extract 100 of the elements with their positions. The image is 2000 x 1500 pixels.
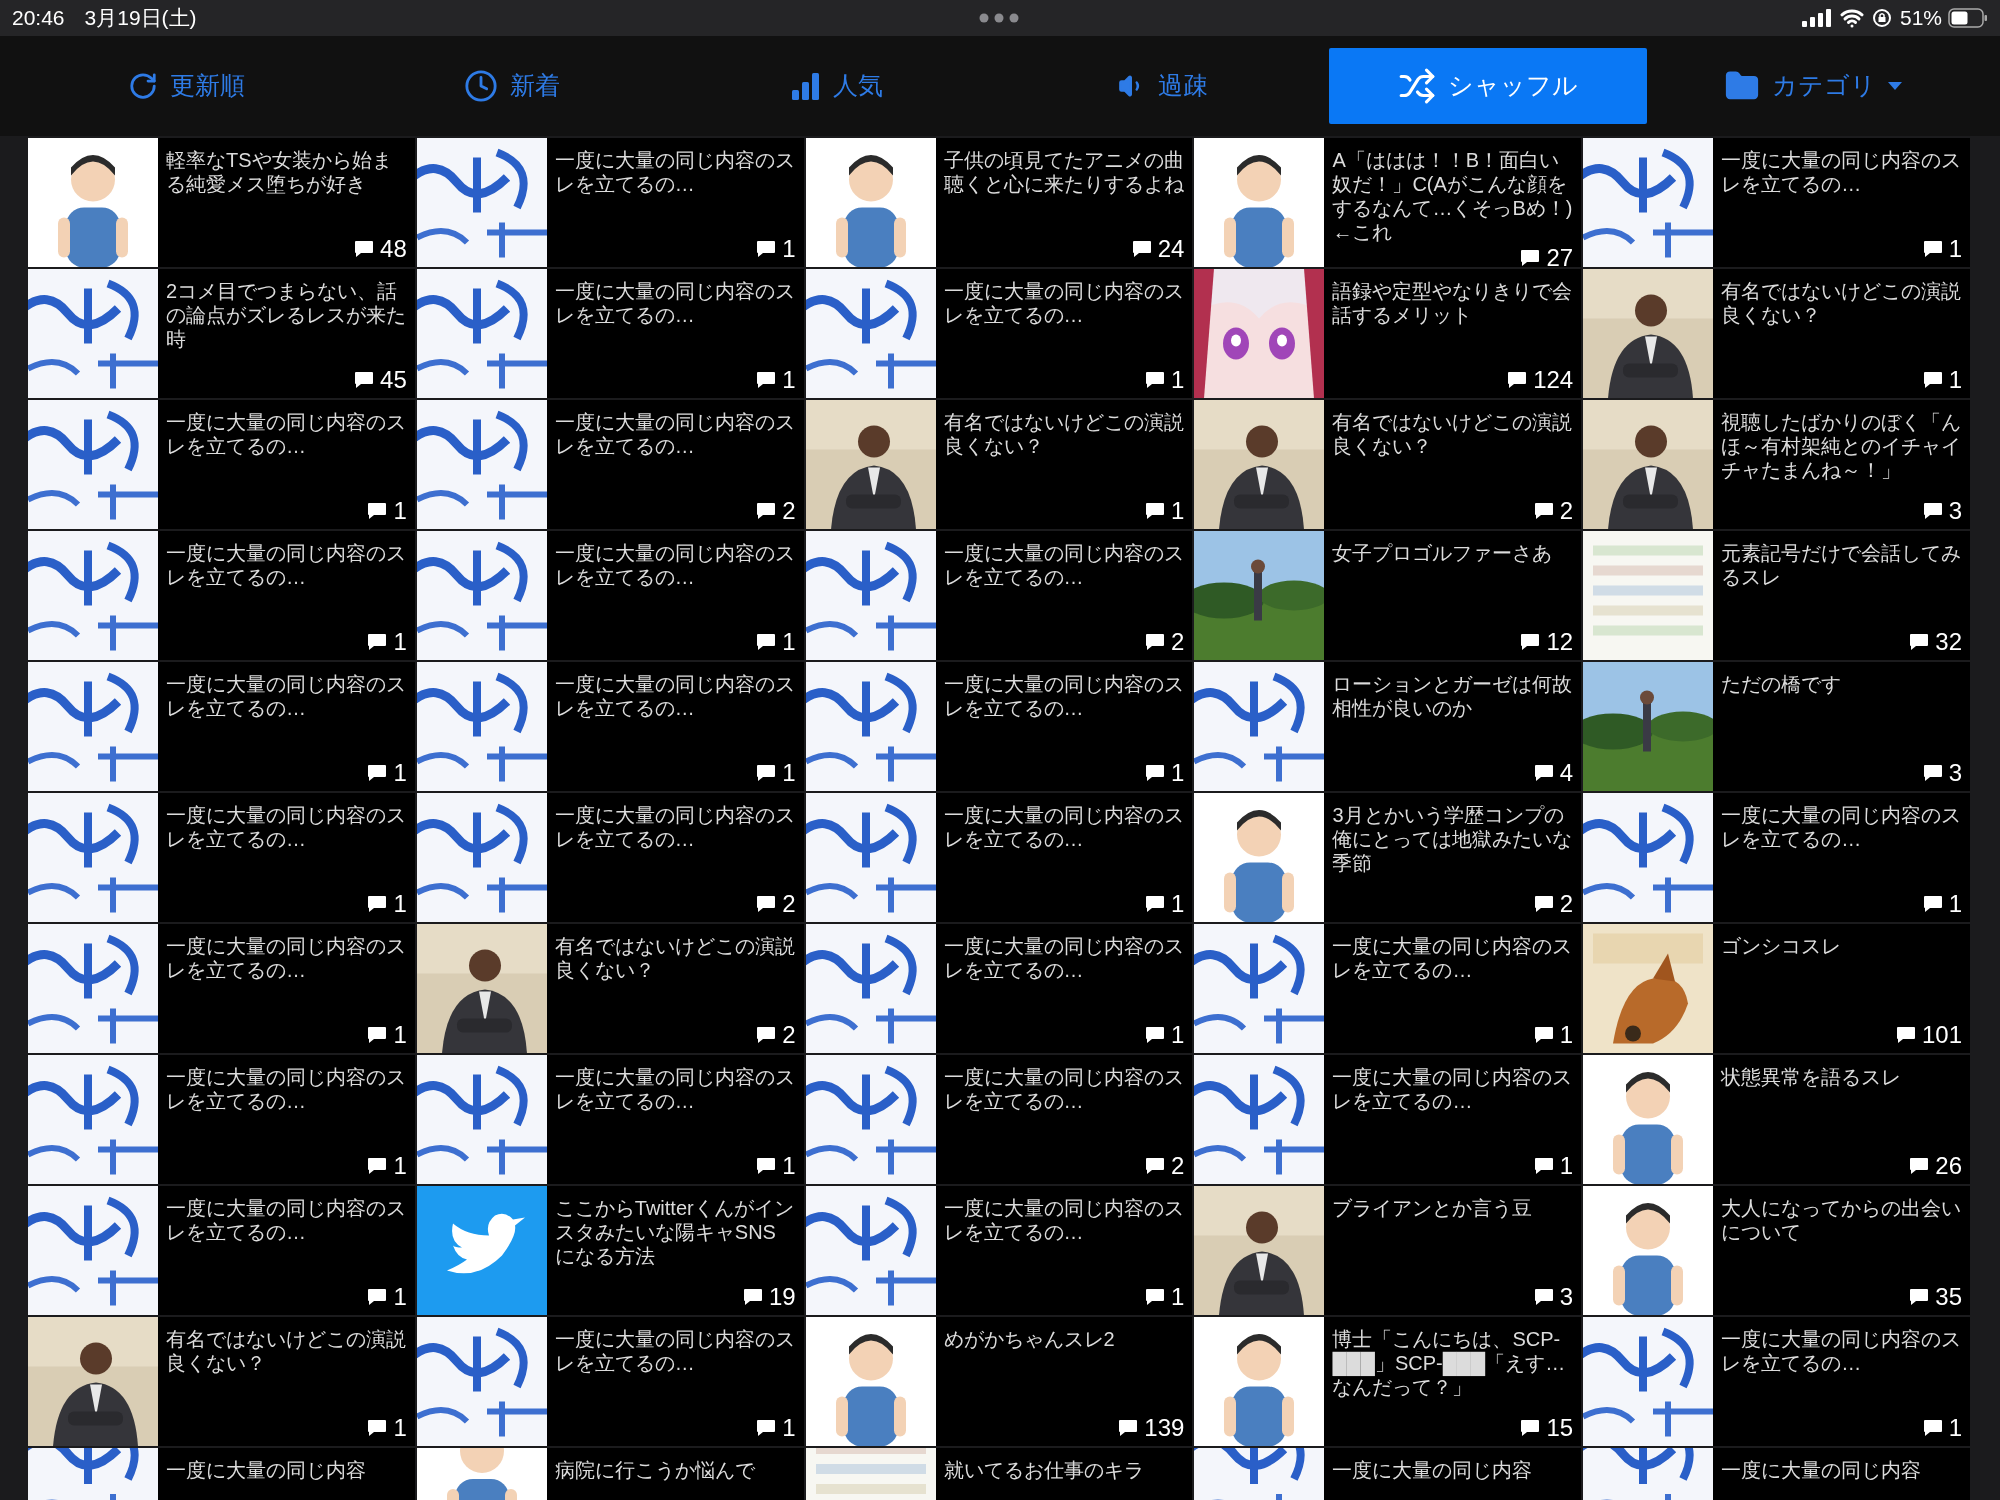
comment-count: 1 xyxy=(1171,890,1185,918)
thread-tile[interactable]: 一度に大量の同じ内容のスレを立てるの… 1 xyxy=(805,662,1193,791)
tab[interactable]: 更新順 xyxy=(28,48,346,124)
thread-title: 状態異常を語るスレ xyxy=(1721,1065,1903,1089)
thread-tile[interactable]: 一度に大量の同じ内容のスレを立てるの… 1 xyxy=(416,269,804,398)
thread-tile[interactable]: 一度に大量の同じ内容のスレを立てるの… 1 xyxy=(805,269,1193,398)
tab[interactable]: カテゴリ xyxy=(1654,48,1972,124)
thread-tile[interactable]: 一度に大量の同じ内容のスレを立てるの… 1 xyxy=(28,793,415,922)
tab[interactable]: 新着 xyxy=(353,48,671,124)
thread-tile[interactable]: ここからTwitterくんがインスタみたいな陽キャSNSになる方法 19 xyxy=(416,1186,804,1315)
thread-tile[interactable]: 大人になってからの出会いについて 35 xyxy=(1583,1186,1970,1315)
comment-icon xyxy=(367,1026,388,1044)
thread-tile[interactable]: 軽率なTSや女装から始まる純愛メス堕ちが好き 48 xyxy=(28,138,415,267)
thread-tile[interactable]: 一度に大量の同じ内容のスレを立てるの… 1 xyxy=(28,1186,415,1315)
thread-tile[interactable]: 一度に大量の同じ内容のスレを立てるの… 1 xyxy=(416,1055,804,1184)
comment-count: 124 xyxy=(1533,366,1574,394)
comment-icon xyxy=(1145,895,1166,913)
thread-tile[interactable]: 一度に大量の同じ内容のスレを立てるの… 1 xyxy=(416,1317,804,1446)
comment-count: 1 xyxy=(1171,366,1185,394)
thread-tile[interactable]: 一度に大量の同じ内容のスレを立てるの… 1 xyxy=(416,138,804,267)
thread-tile[interactable]: 有名ではないけどこの演説良くない？ 1 xyxy=(1583,269,1970,398)
thread-tile[interactable]: 一度に大量の同じ内容のスレを立てるの… 1 xyxy=(1583,1317,1970,1446)
thread-tile[interactable]: 一度に大量の同じ内容のスレを立てるの… 1 xyxy=(416,531,804,660)
thread-tile[interactable]: 一度に大量の同じ内容のスレを立てるの… 1 xyxy=(1194,1055,1582,1184)
thread-tile[interactable]: 博士「こんにちは、SCP-███」SCP-███「えす…なんだって？」 15 xyxy=(1194,1317,1582,1446)
comment-icon xyxy=(1922,240,1943,258)
thread-tile[interactable]: ただの橋です 3 xyxy=(1583,662,1970,791)
thread-tile[interactable]: 有名ではないけどこの演説良くない？ 1 xyxy=(28,1317,415,1446)
thread-tile[interactable]: 一度に大量の同じ内容のスレを立てるの… 1 xyxy=(1194,924,1582,1053)
thread-title: 一度に大量の同じ内容のスレを立てるの… xyxy=(554,1327,796,1375)
thread-tile[interactable]: ブライアンとか言う豆 3 xyxy=(1194,1186,1582,1315)
thread-title: 一度に大量の同じ内容のスレを立てるの… xyxy=(166,934,407,982)
signal-icon xyxy=(1801,9,1832,27)
more-dots-icon xyxy=(979,13,1020,23)
thread-tile[interactable]: 一度に大量の同じ内容のスレを立てるの… 1 xyxy=(805,924,1193,1053)
comment-icon xyxy=(1145,1026,1166,1044)
thread-title: 2コメ目でつまらない、話の論点がズレるレスが来た時 xyxy=(166,279,407,351)
comment-icon xyxy=(1533,502,1554,520)
comment-icon xyxy=(756,371,777,389)
thread-tile[interactable]: 一度に大量の同じ内容のスレを立てるの… 1 xyxy=(805,793,1193,922)
thread-tile[interactable]: 3月とかいう学歴コンプの俺にとっては地獄みたいな季節 2 xyxy=(1194,793,1582,922)
tab[interactable]: 人気 xyxy=(678,48,996,124)
comment-icon xyxy=(1909,633,1930,651)
thread-title: 病院に行こうか悩んで xyxy=(554,1458,756,1482)
comment-count: 1 xyxy=(782,628,796,656)
thread-title: 一度に大量の同じ内容のスレを立てるの… xyxy=(554,803,796,851)
comment-count: 1 xyxy=(393,1152,407,1180)
thread-tile[interactable]: 語録や定型やなりきりで会話するメリット 124 xyxy=(1194,269,1582,398)
comment-icon xyxy=(354,371,375,389)
thread-tile[interactable]: 有名ではないけどこの演説良くない？ 1 xyxy=(805,400,1193,529)
thread-tile[interactable]: 一度に大量の同じ内容のスレを立てるの… 1 xyxy=(28,400,415,529)
thread-tile[interactable]: 一度に大量の同じ内容 xyxy=(1194,1448,1582,1500)
tab[interactable]: 過疎 xyxy=(1004,48,1322,124)
thread-tile[interactable]: 一度に大量の同じ内容のスレを立てるの… 2 xyxy=(805,1055,1193,1184)
thread-tile[interactable]: 女子プロゴルファーさあ 12 xyxy=(1194,531,1582,660)
thread-tile[interactable]: A「ははは！！B！面白い奴だ！」C(Aがこんな顔をするなんて…くそっBめ！)←これ 27 xyxy=(1194,138,1582,267)
thread-tile[interactable]: ローションとガーゼは何故相性が良いのか 4 xyxy=(1194,662,1582,791)
thread-tile[interactable]: 状態異常を語るスレ 26 xyxy=(1583,1055,1970,1184)
thread-tile[interactable]: 一度に大量の同じ内容 xyxy=(1583,1448,1970,1500)
thread-tile[interactable]: 一度に大量の同じ内容のスレを立てるの… 2 xyxy=(416,400,804,529)
comment-count: 32 xyxy=(1935,628,1962,656)
thread-tile[interactable]: 有名ではないけどこの演説良くない？ 2 xyxy=(416,924,804,1053)
thread-tile[interactable]: 一度に大量の同じ内容のスレを立てるの… 2 xyxy=(416,793,804,922)
thread-tile[interactable]: 一度に大量の同じ内容 xyxy=(28,1448,415,1500)
thread-tile[interactable]: 就いてるお仕事のキラ xyxy=(805,1448,1193,1500)
thread-tile[interactable]: 病院に行こうか悩んで xyxy=(416,1448,804,1500)
thread-title: 一度に大量の同じ内容のスレを立てるの… xyxy=(554,672,796,720)
thread-tile[interactable]: 一度に大量の同じ内容のスレを立てるの… 1 xyxy=(805,1186,1193,1315)
tab[interactable]: シャッフル xyxy=(1329,48,1647,124)
comment-count: 12 xyxy=(1546,628,1574,656)
thread-tile[interactable]: 子供の頃見てたアニメの曲聴くと心に来たりするよね 24 xyxy=(805,138,1193,267)
thread-tile[interactable]: 有名ではないけどこの演説良くない？ 2 xyxy=(1194,400,1582,529)
thread-tile[interactable]: 元素記号だけで会話してみるスレ 32 xyxy=(1583,531,1970,660)
thread-title: 一度に大量の同じ内容のスレを立てるの… xyxy=(943,672,1185,720)
thread-tile[interactable]: 一度に大量の同じ内容のスレを立てるの… 1 xyxy=(416,662,804,791)
thread-title: 一度に大量の同じ内容のスレを立てるの… xyxy=(554,1065,796,1113)
thread-title: 一度に大量の同じ内容のスレを立てるの… xyxy=(166,672,407,720)
thread-tile[interactable]: 一度に大量の同じ内容のスレを立てるの… 2 xyxy=(805,531,1193,660)
thread-tile[interactable]: ゴンシコスレ 101 xyxy=(1583,924,1970,1053)
thread-title: 3月とかいう学歴コンプの俺にとっては地獄みたいな季節 xyxy=(1332,803,1574,875)
comment-count: 1 xyxy=(393,628,407,656)
thread-tile[interactable]: めがかちゃんスレ2 139 xyxy=(805,1317,1193,1446)
thread-tile[interactable]: 一度に大量の同じ内容のスレを立てるの… 1 xyxy=(28,531,415,660)
comment-count: 2 xyxy=(782,890,796,918)
thread-title: 就いてるお仕事のキラ xyxy=(943,1458,1145,1482)
comment-count: 1 xyxy=(393,890,407,918)
thread-tile[interactable]: 2コメ目でつまらない、話の論点がズレるレスが来た時 45 xyxy=(28,269,415,398)
shuffle-icon xyxy=(1398,67,1436,105)
comment-count: 24 xyxy=(1157,235,1185,263)
thread-tile[interactable]: 一度に大量の同じ内容のスレを立てるの… 1 xyxy=(1583,793,1970,922)
thread-title: 一度に大量の同じ内容 xyxy=(166,1458,367,1482)
thread-title: 一度に大量の同じ内容のスレを立てるの… xyxy=(554,148,796,196)
thread-tile[interactable]: 視聴したばかりのぼく「んほ～有村架純とのイチャイチャたまんね～！」 3 xyxy=(1583,400,1970,529)
thread-tile[interactable]: 一度に大量の同じ内容のスレを立てるの… 1 xyxy=(28,662,415,791)
thread-tile[interactable]: 一度に大量の同じ内容のスレを立てるの… 1 xyxy=(28,924,415,1053)
thread-tile[interactable]: 一度に大量の同じ内容のスレを立てるの… 1 xyxy=(28,1055,415,1184)
thread-title: 有名ではないけどこの演説良くない？ xyxy=(166,1327,407,1375)
thread-tile[interactable]: 一度に大量の同じ内容のスレを立てるの… 1 xyxy=(1583,138,1970,267)
comment-icon xyxy=(1145,764,1166,782)
comment-count: 27 xyxy=(1546,244,1574,267)
